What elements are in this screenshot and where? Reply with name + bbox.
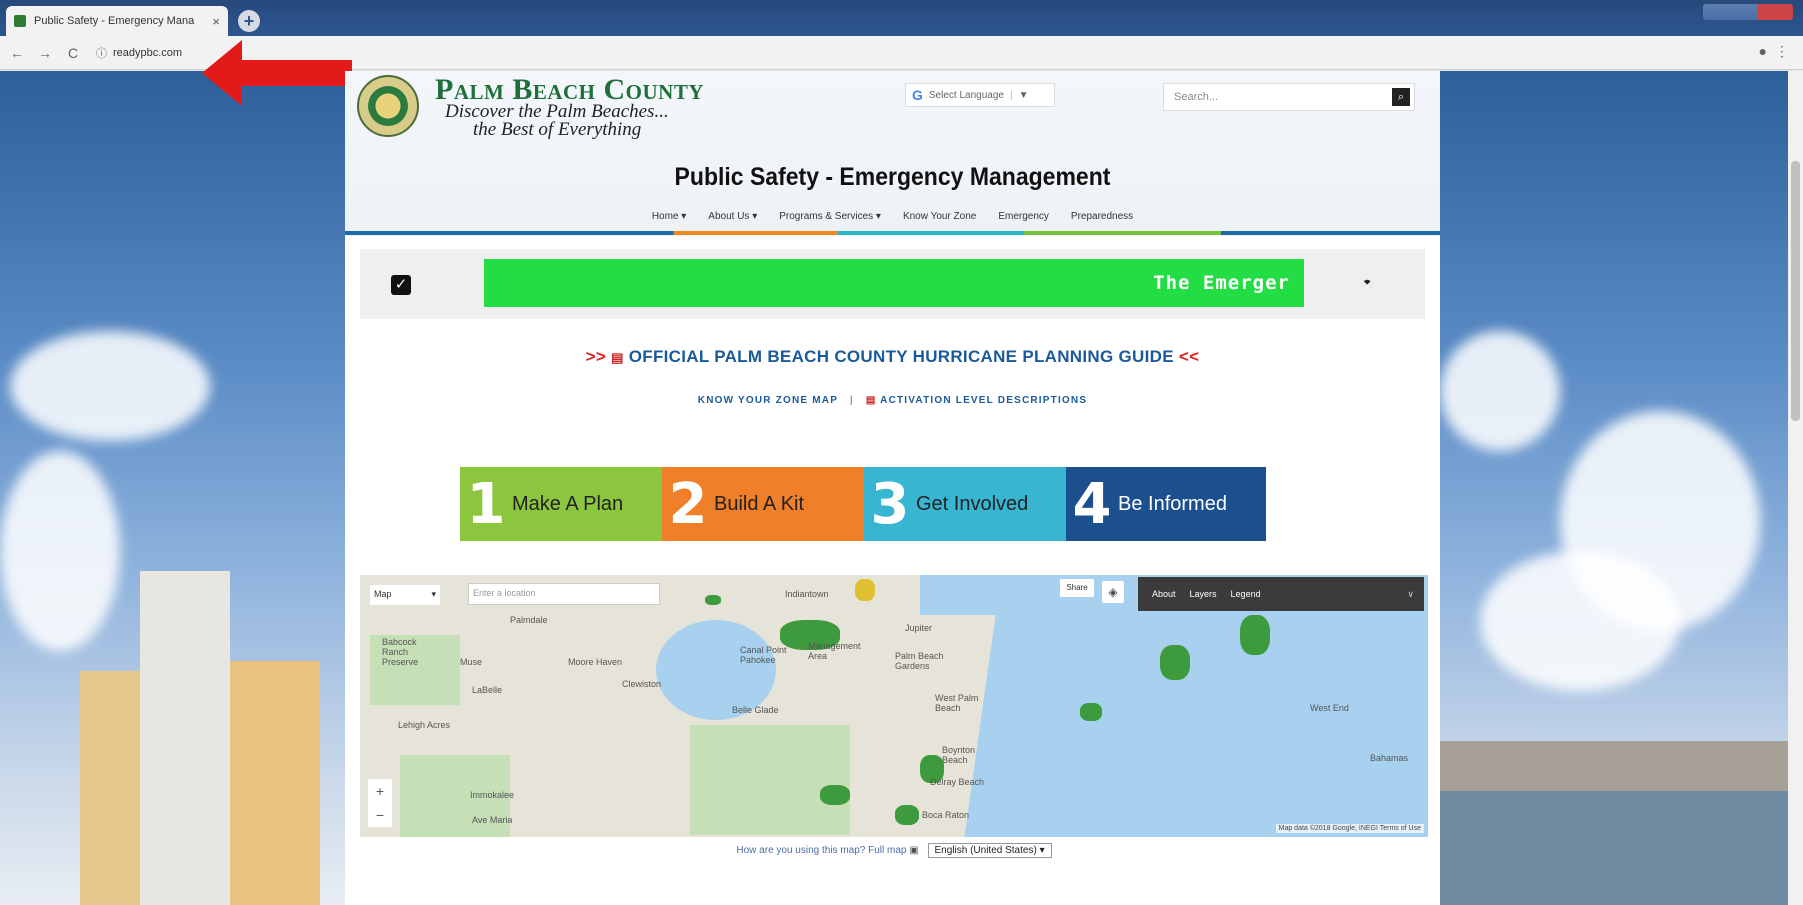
chevron-down-icon[interactable]: ∨ [1407,589,1414,600]
alert-banner: ✓ The Emerger ◔ [360,249,1425,319]
window-controls[interactable] [1703,4,1793,20]
google-icon: G [912,87,923,103]
red-arrow-icon [202,40,352,106]
tile-build-a-kit[interactable]: 2 Build A Kit [662,467,864,541]
translate-label: Select Language [928,89,1004,101]
feedback-link[interactable]: How are you using this map? [736,845,865,856]
site-header: Palm Beach County Discover the Palm Beac… [345,71,1440,236]
tile-make-a-plan[interactable]: 1 Make A Plan [460,467,662,541]
my-location-icon[interactable]: ◈ [1102,581,1124,603]
back-button[interactable]: ← [6,45,28,61]
forward-button[interactable]: → [34,45,56,61]
full-map-link[interactable]: Full map [868,845,906,856]
site-info-icon[interactable]: ⓘ [96,45,107,61]
map-legend-tab[interactable]: Legend [1231,589,1261,599]
tagline-line-2: the Best of Everything [473,119,642,140]
search-input[interactable]: Search... ⌕ [1163,83,1415,111]
reload-button[interactable]: C [62,45,84,61]
main-nav: Home ▾ About Us ▾ Programs & Services ▾ … [345,211,1440,228]
cloud-image [0,451,120,651]
building-image [140,571,230,905]
nav-item-emergency[interactable]: Emergency [998,211,1049,228]
map-layers-tab[interactable]: Layers [1190,589,1217,599]
bridge-image [1440,741,1788,791]
nav-item-programs[interactable]: Programs & Services ▾ [779,211,881,228]
browser-tab[interactable]: Public Safety - Emergency Mana × [6,6,228,36]
quick-links: KNOW YOUR ZONE MAP | ▤ ACTIVATION LEVEL … [697,395,1088,406]
nav-item-home[interactable]: Home ▾ [652,211,686,228]
map-about-tab[interactable]: About [1152,589,1176,599]
nav-item-about[interactable]: About Us ▾ [708,211,757,228]
map-canvas[interactable]: Palmdale Babcock Ranch Preserve Muse LaB… [360,575,1428,837]
tab-title: Public Safety - Emergency Mana [34,15,195,27]
map-type-select[interactable]: Map ▾ [370,585,440,605]
cloud-image [1480,551,1680,691]
nav-item-know-your-zone[interactable]: Know Your Zone [903,211,976,228]
location-input[interactable]: Enter a location [468,583,660,605]
google-translate-select[interactable]: G Select Language | ▼ [905,83,1055,107]
alert-ticker[interactable]: The Emerger [484,259,1304,307]
share-button[interactable]: Share [1060,579,1094,597]
tile-be-informed[interactable]: 4 Be Informed [1066,467,1266,541]
broadcast-icon[interactable]: ◔ [1353,270,1381,298]
building-image [230,661,320,905]
tile-get-involved[interactable]: 3 Get Involved [864,467,1066,541]
hurricane-guide-link[interactable]: >> ▤ OFFICIAL PALM BEACH COUNTY HURRICAN… [345,347,1440,367]
pdf-icon: ▤ [611,350,624,365]
pdf-icon: ▤ [865,395,877,406]
tab-close-icon[interactable]: × [212,14,220,29]
preparedness-tiles: 1 Make A Plan 2 Build A Kit 3 Get Involv… [460,467,1266,541]
menu-icon[interactable]: ⋮ [1775,43,1789,60]
browser-tabstrip: Public Safety - Emergency Mana × + [0,0,1803,36]
county-seal-logo[interactable] [357,75,419,137]
zoom-in-button[interactable]: + [368,779,392,803]
cloud-image [1440,331,1560,451]
water-image [1440,791,1788,905]
zoom-control: + − [368,779,392,827]
main-content: Palm Beach County Discover the Palm Beac… [345,71,1440,905]
new-tab-button[interactable]: + [238,10,260,32]
language-select[interactable]: English (United States) ▾ [927,843,1052,858]
scrollbar-thumb[interactable] [1791,161,1800,421]
cloud-image [10,331,210,441]
page-scrollbar[interactable] [1788,71,1803,905]
page-title: Public Safety - Emergency Management [674,163,1111,191]
guide-text: OFFICIAL PALM BEACH COUNTY HURRICANE PLA… [628,347,1174,366]
checkbox-icon[interactable]: ✓ [391,275,411,295]
url-text: readypbc.com [113,46,183,59]
chevron-down-icon: ▼ [1018,89,1029,101]
window-close-button[interactable] [1757,4,1793,20]
map-attribution[interactable]: Map data ©2018 Google, INEGI Terms of Us… [1275,824,1424,833]
map-footer: How are you using this map? Full map ▣ E… [360,843,1428,858]
nav-color-bar [345,231,1440,235]
nav-item-preparedness[interactable]: Preparedness [1071,211,1133,228]
zoom-out-button[interactable]: − [368,803,392,827]
weather-map-widget: Palmdale Babcock Ranch Preserve Muse LaB… [360,575,1428,905]
favicon-icon [14,15,26,27]
map-panel: About Layers Legend ∨ [1138,577,1424,611]
activation-link[interactable]: ACTIVATION LEVEL DESCRIPTIONS [880,395,1087,406]
search-icon[interactable]: ⌕ [1392,88,1410,106]
building-image [80,671,140,905]
profile-icon[interactable]: ● [1759,43,1767,59]
search-placeholder: Search... [1174,91,1219,103]
chevron-down-icon: ▾ [431,589,436,599]
language-icon: ▣ [909,845,919,856]
zone-map-link[interactable]: KNOW YOUR ZONE MAP [698,395,838,406]
